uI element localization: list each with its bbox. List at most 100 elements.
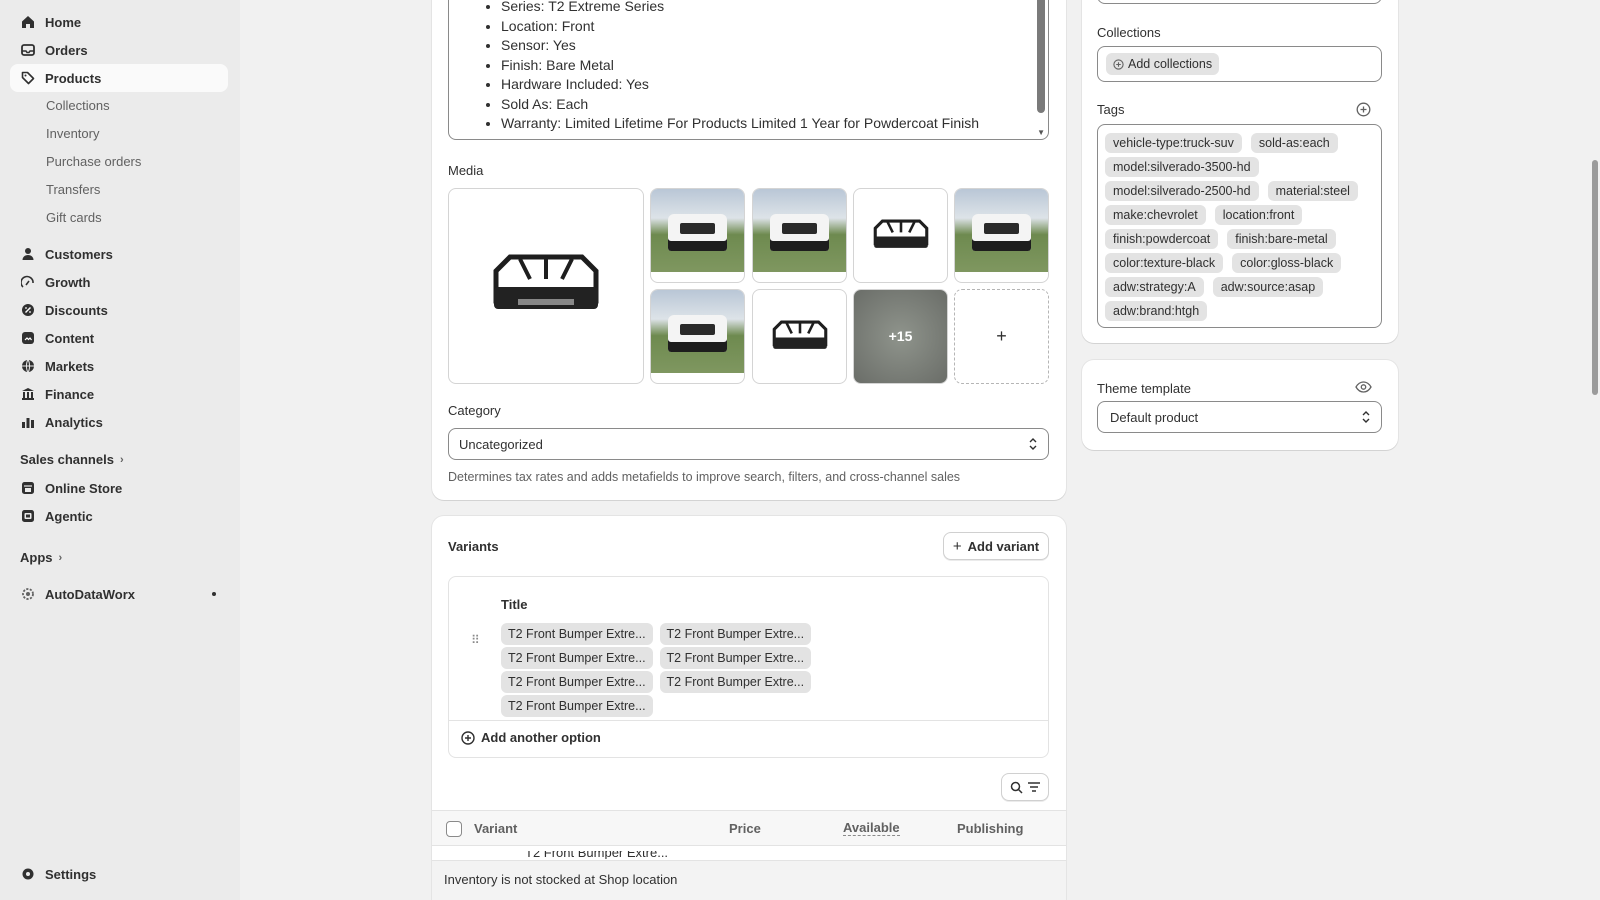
select-chevron-icon <box>1362 411 1370 423</box>
apps-header[interactable]: Apps › <box>20 550 62 565</box>
plus-icon: + <box>952 537 962 555</box>
media-thumbnail[interactable] <box>650 188 745 283</box>
sidebar-item-autodataworx[interactable]: AutoDataWorx <box>10 580 228 608</box>
tag-chip[interactable]: color:texture-black <box>1105 253 1224 273</box>
option-value-chip[interactable]: T2 Front Bumper Extre... <box>501 623 653 645</box>
tag-chip[interactable]: sold-as:each <box>1250 133 1338 153</box>
description-bullet: Sensor: Yes <box>501 36 979 56</box>
tag-chip[interactable]: adw:strategy:A <box>1105 277 1204 297</box>
media-thumbnail[interactable] <box>650 289 745 384</box>
plus-circle-icon <box>461 730 475 745</box>
apps-label: Apps <box>20 550 53 565</box>
sidebar-subitem-collections[interactable]: Collections <box>46 96 110 116</box>
category-select[interactable]: Uncategorized <box>448 428 1049 460</box>
description-bullet: Finish: Bare Metal <box>501 56 979 76</box>
scroll-down-arrow-icon[interactable]: ▼ <box>1037 128 1045 137</box>
column-header-available[interactable]: Available <box>843 820 900 836</box>
media-more-count: +15 <box>888 328 913 344</box>
add-another-option-button[interactable]: Add another option <box>461 730 601 745</box>
add-collections-chip[interactable]: Add collections <box>1106 53 1220 75</box>
sidebar-item-agentic[interactable]: Agentic <box>10 502 228 530</box>
media-thumbnail[interactable] <box>954 188 1049 283</box>
tag-chip[interactable]: finish:bare-metal <box>1227 229 1336 249</box>
sidebar-item-growth[interactable]: Growth <box>10 268 228 296</box>
variants-title: Variants <box>448 539 499 554</box>
select-all-checkbox[interactable] <box>446 821 462 837</box>
page-scrollbar[interactable] <box>1592 160 1598 395</box>
tags-field[interactable]: vehicle-type:truck-suv sold-as:each model… <box>1097 124 1382 328</box>
media-thumbnail[interactable] <box>752 188 847 283</box>
tag-chip[interactable]: color:gloss-black <box>1232 253 1342 273</box>
bumper-image <box>772 320 827 349</box>
home-icon <box>20 14 36 30</box>
option-value-chip[interactable]: T2 Front Bumper Extre... <box>501 671 653 693</box>
sidebar-item-label: Online Store <box>45 480 123 496</box>
sidebar-item-label: Agentic <box>45 508 93 524</box>
sidebar-subitem-gift-cards[interactable]: Gift cards <box>46 208 102 228</box>
variant-row-partial[interactable]: T2 Front Bumper Extre... <box>525 851 668 859</box>
sidebar-item-online-store[interactable]: Online Store <box>10 474 228 502</box>
column-header-publishing[interactable]: Publishing <box>957 821 1023 836</box>
sidebar-item-orders[interactable]: Orders <box>10 36 228 64</box>
drag-handle-icon[interactable]: ⠿ <box>471 634 481 646</box>
sidebar-item-settings[interactable]: Settings <box>10 860 228 888</box>
product-type-field[interactable] <box>1097 0 1382 4</box>
sidebar-item-content[interactable]: Content <box>10 324 228 352</box>
description-list: Series: T2 Extreme Series Location: Fron… <box>501 0 979 134</box>
tag-row: color:texture-black color:gloss-black <box>1105 253 1375 277</box>
tag-chip[interactable]: make:chevrolet <box>1105 205 1206 225</box>
media-more-button[interactable]: +15 <box>853 289 948 384</box>
inbox-icon <box>20 42 36 58</box>
add-variant-button[interactable]: + Add variant <box>943 532 1049 560</box>
tag-chip[interactable]: vehicle-type:truck-suv <box>1105 133 1242 153</box>
truck-photo <box>651 290 744 373</box>
tag-chip[interactable]: adw:source:asap <box>1212 277 1324 297</box>
sidebar-subitem-transfers[interactable]: Transfers <box>46 180 100 200</box>
chevron-right-icon: › <box>58 551 63 564</box>
description-bullet: Hardware Included: Yes <box>501 75 979 95</box>
tag-chip[interactable]: adw:brand:htgh <box>1105 301 1208 321</box>
add-tag-icon[interactable] <box>1356 102 1371 117</box>
sidebar-item-customers[interactable]: Customers <box>10 240 228 268</box>
pin-dot-icon <box>212 592 216 596</box>
sidebar-item-label: Analytics <box>45 414 103 430</box>
sidebar-item-finance[interactable]: Finance <box>10 380 228 408</box>
tag-row: vehicle-type:truck-suv sold-as:each <box>1105 133 1375 157</box>
sidebar-item-analytics[interactable]: Analytics <box>10 408 228 436</box>
media-main-image[interactable] <box>448 188 644 384</box>
option-value-chip[interactable]: T2 Front Bumper Extre... <box>501 647 653 669</box>
tag-chip[interactable]: material:steel <box>1267 181 1358 201</box>
option-value-chip[interactable]: T2 Front Bumper Extre... <box>659 623 812 645</box>
bumper-image <box>873 219 928 248</box>
option-value-chip[interactable]: T2 Front Bumper Extre... <box>659 671 812 693</box>
tag-chip[interactable]: model:silverado-2500-hd <box>1105 181 1259 201</box>
column-header-price[interactable]: Price <box>729 821 761 836</box>
sidebar-item-markets[interactable]: Markets <box>10 352 228 380</box>
sidebar-item-products[interactable]: Products <box>10 64 228 92</box>
option-group: ⠿ Title T2 Front Bumper Extre... T2 Front… <box>448 576 1049 758</box>
media-thumbnail[interactable] <box>853 188 948 283</box>
media-thumbnail[interactable] <box>752 289 847 384</box>
content-icon <box>20 330 36 346</box>
growth-icon <box>20 274 36 290</box>
sidebar-item-discounts[interactable]: Discounts <box>10 296 228 324</box>
sidebar-subitem-purchase-orders[interactable]: Purchase orders <box>46 152 141 172</box>
tag-row: finish:powdercoat finish:bare-metal <box>1105 229 1375 253</box>
sidebar-item-label: Finance <box>45 386 95 402</box>
search-filter-button[interactable] <box>1001 773 1049 801</box>
tag-chip[interactable]: location:front <box>1214 205 1303 225</box>
description-editor[interactable]: Series: T2 Extreme Series Location: Fron… <box>448 0 1049 140</box>
tag-chip[interactable]: model:silverado-3500-hd <box>1105 157 1259 177</box>
column-header-variant[interactable]: Variant <box>474 821 517 836</box>
option-value-chip[interactable]: T2 Front Bumper Extre... <box>501 695 653 717</box>
tag-chip[interactable]: finish:powdercoat <box>1105 229 1219 249</box>
collections-field[interactable]: Add collections <box>1097 46 1382 82</box>
option-value-chip[interactable]: T2 Front Bumper Extre... <box>659 647 812 669</box>
sales-channels-header[interactable]: Sales channels › <box>20 452 124 467</box>
theme-template-select[interactable]: Default product <box>1097 401 1382 433</box>
sidebar-subitem-inventory[interactable]: Inventory <box>46 124 99 144</box>
media-add-button[interactable]: + <box>954 289 1049 384</box>
sidebar-item-home[interactable]: Home <box>10 8 228 36</box>
eye-icon[interactable] <box>1355 381 1372 393</box>
editor-scrollbar[interactable] <box>1037 0 1045 113</box>
